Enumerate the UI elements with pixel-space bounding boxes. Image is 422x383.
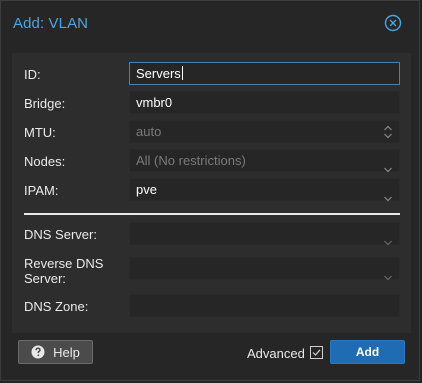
advanced-label[interactable]: Advanced xyxy=(247,346,305,361)
reverse-dns-server-label: Reverse DNS Server: xyxy=(24,256,103,286)
ipam-label: IPAM: xyxy=(24,183,59,198)
nodes-placeholder: All (No restrictions) xyxy=(136,153,246,168)
add-label: Add xyxy=(355,345,380,359)
dialog-title: Add: VLAN xyxy=(13,15,89,32)
dns-zone-label: DNS Zone: xyxy=(24,299,89,314)
nodes-label: Nodes: xyxy=(24,154,66,169)
bridge-label: Bridge: xyxy=(24,96,66,111)
ipam-value: pve xyxy=(136,182,157,197)
reverse-dns-server-label-line2: Server: xyxy=(24,271,66,286)
reverse-dns-server-label-line1: Reverse DNS xyxy=(24,256,104,271)
reverse-dns-server-select[interactable] xyxy=(129,257,400,281)
mtu-placeholder: auto xyxy=(136,124,162,139)
chevron-down-icon[interactable] xyxy=(384,158,392,173)
close-icon[interactable] xyxy=(384,14,402,32)
bridge-input[interactable]: vmbr0 xyxy=(129,91,400,114)
add-vlan-dialog: Add: VLAN ID: Servers Bridge: vmbr0 MTU:… xyxy=(0,0,420,381)
dns-zone-input[interactable] xyxy=(129,294,400,317)
chevron-down-icon[interactable] xyxy=(384,266,392,281)
help-button[interactable]: Help xyxy=(18,340,93,364)
ipam-select[interactable]: pve xyxy=(129,178,400,202)
id-value: Servers xyxy=(136,66,181,81)
add-button[interactable]: Add xyxy=(330,340,405,364)
id-label: ID: xyxy=(24,67,41,82)
chevron-down-icon[interactable] xyxy=(384,231,392,246)
section-divider xyxy=(24,213,400,215)
dialog-titlebar: Add: VLAN xyxy=(1,1,419,46)
advanced-checkbox[interactable] xyxy=(310,346,323,359)
bridge-value: vmbr0 xyxy=(136,95,173,110)
text-cursor xyxy=(181,66,183,80)
form-panel: ID: Servers Bridge: vmbr0 MTU: auto Node… xyxy=(12,53,411,333)
help-label: Help xyxy=(53,344,80,360)
dns-server-select[interactable] xyxy=(129,222,400,246)
id-input[interactable]: Servers xyxy=(129,62,400,85)
question-circle-icon xyxy=(31,345,45,359)
mtu-input[interactable]: auto xyxy=(129,120,400,143)
chevron-down-icon[interactable] xyxy=(384,187,392,202)
mtu-label: MTU: xyxy=(24,125,56,140)
spinner-icon[interactable] xyxy=(383,124,393,140)
nodes-select[interactable]: All (No restrictions) xyxy=(129,149,400,173)
dns-server-label: DNS Server: xyxy=(24,227,97,242)
